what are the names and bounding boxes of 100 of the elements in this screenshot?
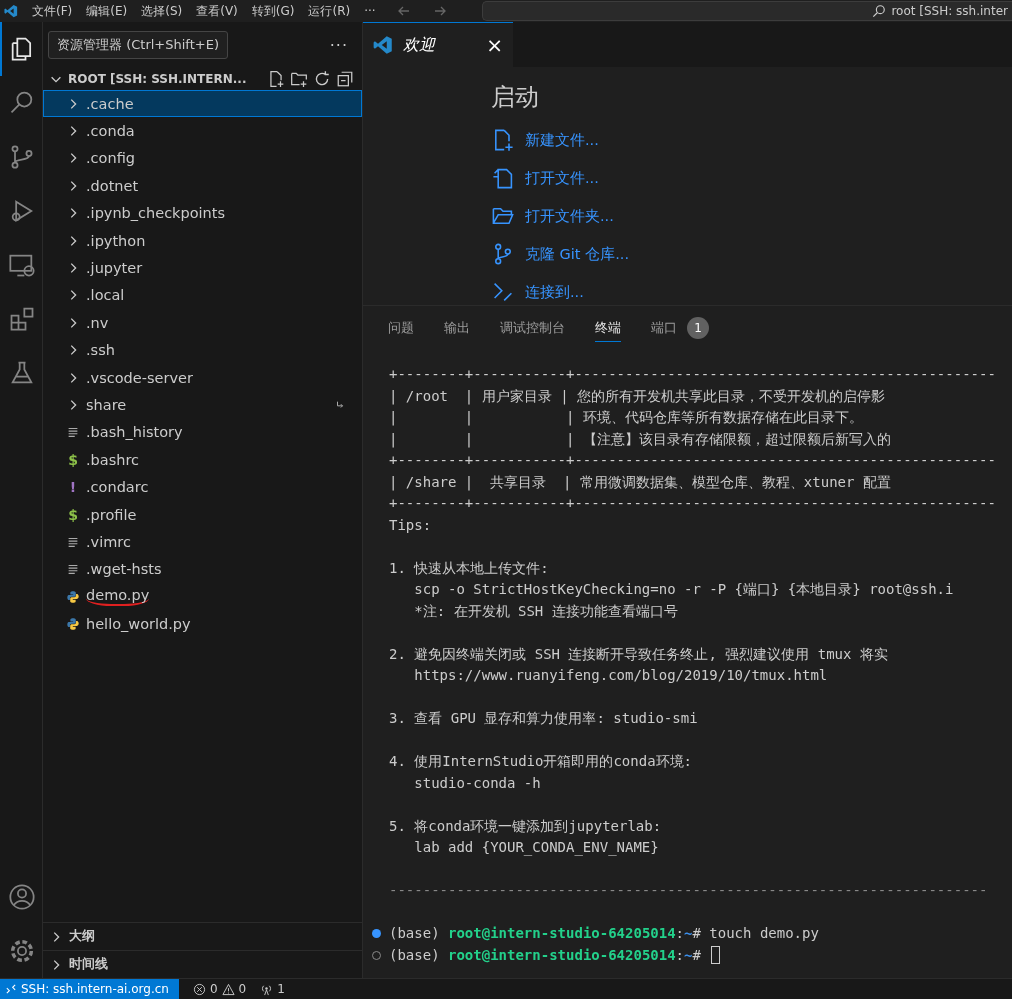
- file-type-icon: $: [66, 506, 80, 523]
- section-title: 时间线: [69, 956, 108, 973]
- chevrons-icon: [491, 280, 515, 304]
- folder-header[interactable]: ROOT [SSH: SSH.INTERN...: [43, 68, 362, 90]
- file-name: .bash_history: [86, 424, 183, 441]
- section-title: 大纲: [69, 928, 95, 945]
- file-tree-item[interactable]: .jupyter: [43, 254, 362, 282]
- file-tree-item[interactable]: .vimrc: [43, 528, 362, 556]
- file-tree-item[interactable]: .config: [43, 144, 362, 173]
- file-tree-item[interactable]: .ipython: [43, 226, 362, 255]
- file-icon: [491, 166, 515, 190]
- file-type-icon: $: [66, 451, 80, 468]
- welcome-link[interactable]: 打开文件...: [525, 168, 599, 188]
- file-name: .nv: [86, 314, 109, 331]
- search-icon: [872, 4, 887, 18]
- ports-indicator[interactable]: 1: [260, 982, 285, 996]
- error-icon: [192, 982, 206, 996]
- panel-tab[interactable]: 终端: [595, 314, 621, 342]
- panel-tab[interactable]: 问题: [388, 314, 414, 342]
- file-tree-item[interactable]: .vscode-server: [43, 363, 362, 392]
- panel-tab[interactable]: 调试控制台: [500, 314, 565, 342]
- file-name: demo.py: [86, 587, 150, 607]
- editor-logo-icon: [373, 35, 393, 55]
- section-header[interactable]: 大纲: [43, 922, 362, 950]
- panel-tab[interactable]: 端口: [651, 314, 677, 342]
- menu-item[interactable]: 选择(S): [141, 2, 183, 20]
- editor-logo-icon: [4, 4, 18, 18]
- file-tree-item[interactable]: $ .profile: [43, 500, 362, 529]
- problems-indicator[interactable]: 0 0: [192, 982, 247, 996]
- new-folder-icon[interactable]: [290, 70, 308, 88]
- command-center[interactable]: root [SSH: ssh.inter: [481, 1, 1012, 21]
- tooltip: 资源管理器 (Ctrl+Shift+E): [48, 31, 228, 59]
- file-name: .local: [86, 287, 125, 304]
- file-name: .config: [86, 150, 135, 167]
- close-button[interactable]: ×: [486, 33, 503, 57]
- editor-tab[interactable]: 欢迎 ×: [363, 22, 513, 67]
- python-icon: [66, 589, 80, 604]
- menu-item[interactable]: 运行(R): [308, 2, 351, 20]
- refresh-icon[interactable]: [313, 70, 331, 88]
- welcome-link[interactable]: 克隆 Git 仓库...: [525, 244, 629, 264]
- file-name: .profile: [86, 506, 137, 523]
- more-menu[interactable]: ···: [364, 4, 376, 18]
- file-tree-item[interactable]: .conda: [43, 117, 362, 145]
- panel-tab[interactable]: 输出: [444, 314, 470, 342]
- file-tree-item[interactable]: .bash_history: [43, 418, 362, 447]
- terminal-line: +--------+-----------+--------------------------------------------------: [389, 494, 997, 513]
- symlink-arrow-icon: [335, 400, 345, 410]
- remote-indicator[interactable]: SSH: ssh.intern-ai.org.cn: [0, 979, 179, 999]
- section-heading: 启动: [491, 82, 540, 113]
- terminal-line: 1. 快速从本地上传文件:: [389, 558, 550, 578]
- file-tree-item[interactable]: .cache: [43, 90, 362, 118]
- file-name: hello_world.py: [86, 616, 191, 633]
- warning-icon: [221, 982, 235, 996]
- terminal-line: scp -o StrictHostKeyChecking=no -r -P {端口} {本地目录} root@ssh.i: [413, 580, 955, 599]
- file-tree-item[interactable]: .nv: [43, 309, 362, 337]
- file-tree-item[interactable]: .ssh: [43, 336, 362, 364]
- menu-item[interactable]: 转到(G): [251, 2, 295, 20]
- terminal-line: *注: 在开发机 SSH 连接功能查看端口号: [413, 601, 679, 621]
- terminal-line: +--------+-----------+--------------------------------------------------: [389, 365, 997, 384]
- terminal-line: | | | 【注意】该目录有存储限额，超过限额后新写入的: [389, 429, 892, 450]
- terminal-line: 5. 将conda环境一键添加到jupyterlab:: [389, 816, 663, 836]
- welcome-link[interactable]: 打开文件夹...: [525, 206, 614, 226]
- terminal-line: 4. 使用InternStudio开箱即用的conda环境:: [389, 752, 693, 771]
- collapse-all-icon[interactable]: [336, 70, 354, 88]
- terminal-line: lab add {YOUR_CONDA_ENV_NAME}: [413, 838, 660, 858]
- file-name: .cache: [86, 95, 134, 112]
- folder-title: ROOT [SSH: SSH.INTERN...: [68, 72, 248, 86]
- terminal-line: +--------+-----------+--------------------------------------------------: [389, 451, 997, 470]
- separator-line: -----------------------------------------------------------------------: [389, 881, 989, 900]
- terminal-line: (base) root@intern-studio-64205014:~# touch demo.py: [389, 924, 819, 943]
- file-tree-item[interactable]: hello_world.py: [43, 610, 362, 638]
- menu-item[interactable]: 编辑(E): [86, 2, 128, 20]
- file-name: .ipynb_checkpoints: [86, 205, 226, 222]
- file-name: .dotnet: [86, 177, 139, 194]
- more-actions-button[interactable]: ···: [329, 35, 348, 55]
- terminal-line: studio-conda -h: [413, 773, 542, 793]
- count-badge: 1: [687, 317, 709, 339]
- file-tree-item[interactable]: .dotnet: [43, 172, 362, 200]
- file-tree-item[interactable]: share: [43, 391, 362, 419]
- file-name: .vimrc: [86, 533, 131, 550]
- remote-icon: [6, 984, 16, 994]
- terminal-line: 3. 查看 GPU 显存和算力使用率: studio-smi: [389, 709, 699, 728]
- file-tree-item[interactable]: ! .condarc: [43, 473, 362, 501]
- new-file-icon[interactable]: [267, 70, 285, 88]
- terminal-line: https://www.ruanyifeng.com/blog/2019/10/tmux.html: [413, 666, 829, 685]
- file-tree-item[interactable]: .ipynb_checkpoints: [43, 199, 362, 227]
- file-name: .jupyter: [86, 260, 143, 277]
- terminal-line: Tips:: [389, 515, 433, 535]
- welcome-link[interactable]: 连接到...: [525, 282, 584, 302]
- file-tree-item[interactable]: .local: [43, 281, 362, 310]
- terminal-line: | | | 环境、代码仓库等所有数据存储在此目录下。: [389, 408, 864, 428]
- file-name: .bashrc: [86, 451, 140, 468]
- file-tree-item[interactable]: demo.py: [43, 583, 362, 611]
- menu-item[interactable]: 文件(F): [32, 2, 73, 20]
- menu-item[interactable]: 查看(V): [196, 2, 238, 20]
- terminal-line: | /share | 共享目录 | 常用微调数据集、模型仓库、教程、xtuner 配置: [389, 472, 892, 493]
- welcome-link[interactable]: 新建文件...: [525, 130, 599, 150]
- file-name: .ssh: [86, 342, 115, 359]
- file-tree-item[interactable]: .wget-hsts: [43, 555, 362, 584]
- file-tree-item[interactable]: $ .bashrc: [43, 446, 362, 474]
